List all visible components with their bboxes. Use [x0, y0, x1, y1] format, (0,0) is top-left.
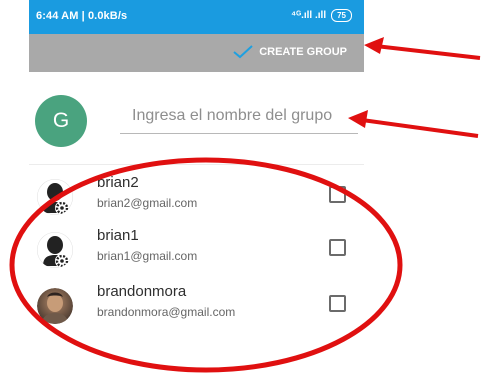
status-time-speed: 6:44 AM | 0.0kB/s [36, 10, 128, 22]
annotation-arrow-icon [348, 110, 479, 138]
annotation-arrow-icon [364, 37, 481, 60]
toolbar: CREATE GROUP [29, 34, 364, 72]
contact-checkbox[interactable] [329, 295, 346, 312]
group-name-input[interactable] [120, 103, 358, 134]
status-icons: ⁴ᴳ.ıll .ıll 75 [291, 9, 352, 22]
check-icon [233, 45, 253, 59]
group-avatar: G [35, 95, 87, 147]
status-bar: 6:44 AM | 0.0kB/s ⁴ᴳ.ıll .ıll 75 [29, 0, 364, 34]
contact-email: brian1@gmail.com [97, 249, 198, 263]
contact-avatar-settings-icon [37, 179, 73, 215]
contact-checkbox[interactable] [329, 239, 346, 256]
contact-name: brandonmora [97, 283, 187, 300]
contact-row[interactable]: brandonmora brandonmora@gmail.com [29, 280, 364, 338]
contact-name: brian1 [97, 227, 139, 244]
contact-row[interactable]: brian1 brian1@gmail.com [29, 224, 364, 282]
divider [29, 164, 364, 165]
contact-photo-avatar [37, 288, 73, 324]
battery-icon: 75 [331, 9, 352, 22]
contact-name: brian2 [97, 174, 139, 191]
contact-row[interactable]: brian2 brian2@gmail.com [29, 171, 364, 229]
signal-icon: ⁴ᴳ.ıll .ıll [291, 10, 327, 21]
contact-email: brian2@gmail.com [97, 196, 198, 210]
contact-checkbox[interactable] [329, 186, 346, 203]
contact-email: brandonmora@gmail.com [97, 305, 236, 319]
create-group-button[interactable]: CREATE GROUP [233, 45, 347, 59]
contact-avatar-settings-icon [37, 232, 73, 268]
create-group-label: CREATE GROUP [259, 46, 347, 58]
